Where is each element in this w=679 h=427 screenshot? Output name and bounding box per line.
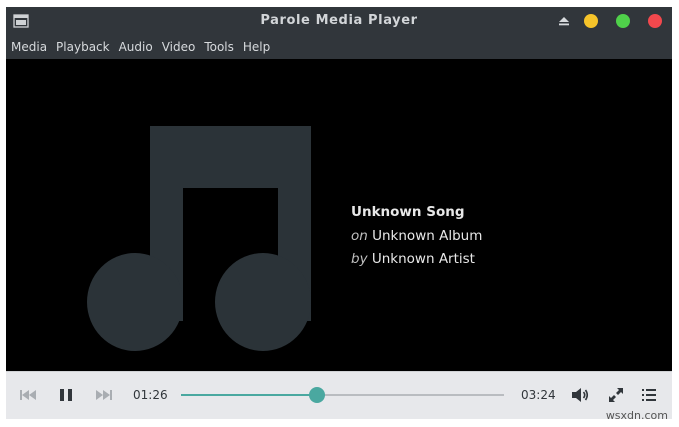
previous-icon[interactable]: [20, 389, 38, 401]
artist-line: by Unknown Artist: [351, 251, 482, 267]
menu-help[interactable]: Help: [243, 40, 270, 54]
menu-tools[interactable]: Tools: [204, 40, 234, 54]
track-info: Unknown Song on Unknown Album by Unknown…: [351, 204, 482, 274]
menu-playback[interactable]: Playback: [56, 40, 110, 54]
title-bar[interactable]: Parole Media Player: [6, 7, 672, 35]
media-player-window: Parole Media Player Media Playback Audio…: [6, 7, 672, 419]
music-note-icon: [87, 126, 311, 351]
menu-media[interactable]: Media: [11, 40, 47, 54]
next-icon[interactable]: [94, 389, 112, 401]
menu-bar: Media Playback Audio Video Tools Help: [6, 35, 672, 59]
song-title: Unknown Song: [351, 204, 465, 220]
maximize-button[interactable]: [616, 14, 630, 28]
playlist-icon[interactable]: [642, 388, 656, 402]
artist-name: Unknown Artist: [371, 251, 475, 267]
fullscreen-icon[interactable]: [608, 387, 624, 403]
pause-icon[interactable]: [59, 388, 73, 402]
video-area[interactable]: Unknown Song on Unknown Album by Unknown…: [6, 59, 672, 371]
album-line: on Unknown Album: [351, 228, 482, 244]
album-name: Unknown Album: [372, 228, 483, 244]
seek-progress: [181, 394, 317, 396]
close-button[interactable]: [648, 14, 662, 28]
volume-icon[interactable]: [571, 387, 589, 403]
menu-video[interactable]: Video: [162, 40, 196, 54]
album-prefix: on: [351, 228, 368, 244]
artist-prefix: by: [351, 251, 368, 267]
menu-audio[interactable]: Audio: [119, 40, 153, 54]
duration-time: 03:24: [521, 388, 556, 402]
elapsed-time: 01:26: [133, 388, 168, 402]
minimize-button[interactable]: [584, 14, 598, 28]
seek-bar[interactable]: [181, 387, 504, 403]
seek-handle[interactable]: [308, 387, 325, 403]
eject-icon[interactable]: [558, 15, 570, 27]
watermark: wsxdn.com: [605, 409, 668, 422]
window-title: Parole Media Player: [260, 13, 418, 28]
control-bar: 01:26 03:24: [6, 371, 672, 419]
